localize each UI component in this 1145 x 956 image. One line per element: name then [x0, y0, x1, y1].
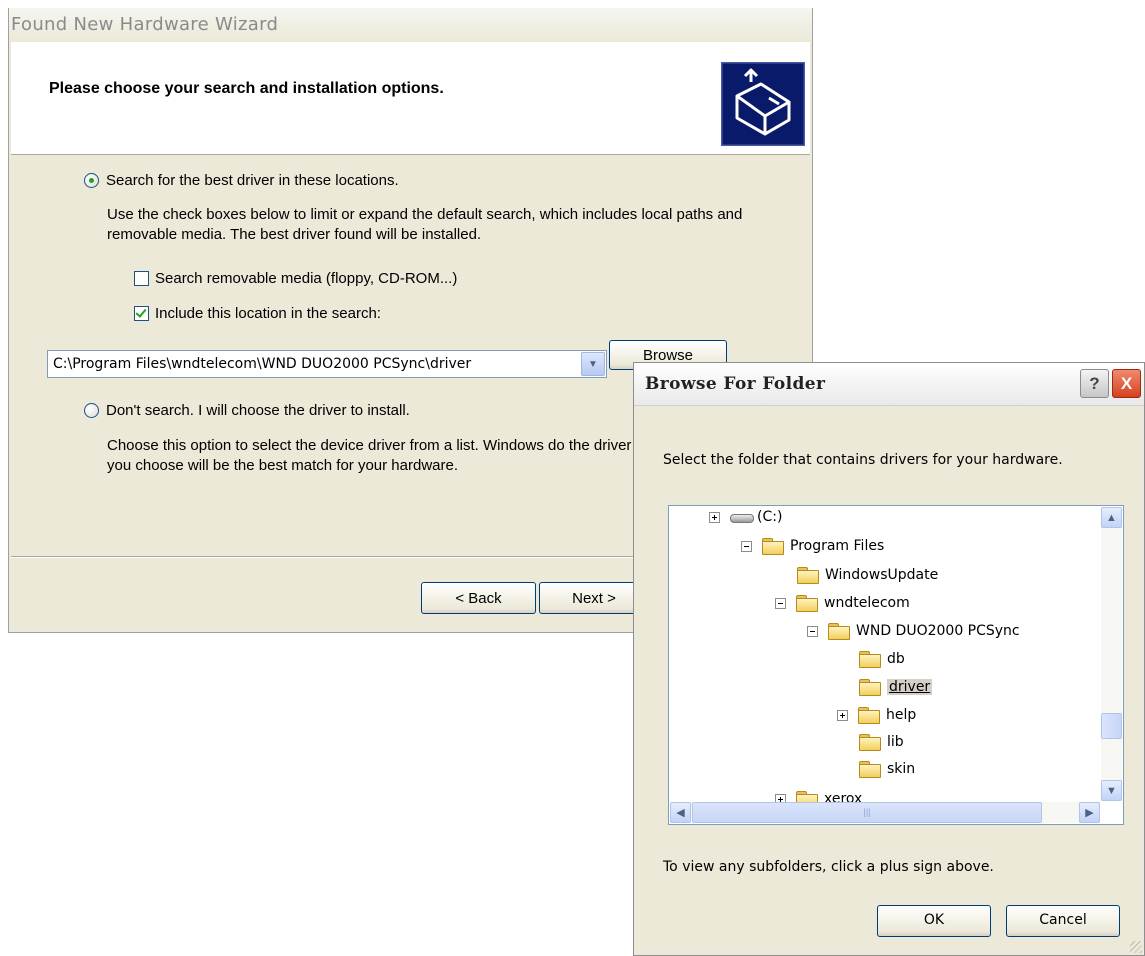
tree-item-help[interactable]: help: [837, 702, 916, 728]
folder-icon: [797, 567, 819, 584]
help-button[interactable]: ?: [1080, 369, 1109, 398]
tree-item-windowsupdate[interactable]: WindowsUpdate: [797, 562, 938, 588]
search-description: Use the check boxes below to limit or ex…: [107, 206, 743, 243]
option-search[interactable]: Search for the best driver in these loca…: [84, 172, 399, 189]
cancel-button[interactable]: Cancel: [1006, 905, 1120, 937]
tree-item-label: WindowsUpdate: [825, 567, 939, 583]
hardware-icon: [721, 62, 805, 146]
folder-icon: [828, 623, 850, 640]
horizontal-scroll-thumb[interactable]: |||: [692, 802, 1042, 823]
tree-item-drive-c[interactable]: (C:): [709, 506, 783, 530]
collapse-icon[interactable]: [741, 540, 752, 552]
close-button[interactable]: X: [1112, 369, 1141, 398]
tree-item-label-selected: driver: [887, 679, 933, 695]
tree-item-lib[interactable]: lib: [859, 729, 904, 755]
location-value[interactable]: C:\Program Files\wndtelecom\WND DUO2000 …: [53, 356, 471, 372]
browse-hint: To view any subfolders, click a plus sig…: [663, 859, 994, 875]
tree-item-db[interactable]: db: [859, 646, 905, 672]
search-radio[interactable]: [84, 173, 99, 188]
folder-icon: [858, 707, 880, 724]
wizard-title-bar[interactable]: Found New Hardware Wizard: [9, 8, 812, 42]
tree-item-label: (C:): [757, 509, 783, 525]
vertical-scroll-thumb[interactable]: [1101, 713, 1122, 739]
include-location-option[interactable]: Include this location in the search:: [134, 305, 381, 322]
folder-icon: [796, 595, 818, 612]
ok-button[interactable]: OK: [877, 905, 991, 937]
tree-item-skin[interactable]: skin: [859, 756, 915, 782]
tree-item-program-files[interactable]: Program Files: [741, 533, 884, 559]
expand-icon[interactable]: [837, 709, 848, 721]
tree-item-driver[interactable]: driver: [859, 674, 933, 700]
dont-search-description: Choose this option to select the device …: [107, 437, 632, 474]
back-button[interactable]: < Back: [421, 582, 536, 614]
chevron-down-icon[interactable]: ▼: [581, 352, 605, 376]
close-icon: X: [1120, 373, 1133, 393]
help-icon: ?: [1089, 373, 1100, 393]
tree-item-wndtelecom[interactable]: wndtelecom: [775, 590, 910, 616]
resize-grip[interactable]: [1130, 941, 1142, 953]
option-dont-search[interactable]: Don't search. I will choose the driver t…: [84, 402, 410, 419]
location-combobox[interactable]: C:\Program Files\wndtelecom\WND DUO2000 …: [47, 350, 607, 378]
horizontal-scrollbar[interactable]: ◀ ||| ▶: [670, 802, 1100, 823]
dont-search-radio-label: Don't search. I will choose the driver t…: [106, 402, 410, 419]
scroll-up-icon[interactable]: ▲: [1101, 507, 1122, 528]
browse-title: Browse For Folder: [645, 374, 826, 394]
vertical-scrollbar[interactable]: ▲ ▼: [1101, 507, 1122, 801]
scroll-down-icon[interactable]: ▼: [1101, 780, 1122, 801]
folder-icon: [859, 761, 881, 778]
tree-item-label: help: [886, 707, 917, 723]
removable-media-label: Search removable media (floppy, CD-ROM..…: [155, 270, 458, 287]
collapse-icon[interactable]: [807, 625, 818, 637]
folder-icon: [762, 538, 784, 555]
wizard-title: Found New Hardware Wizard: [11, 14, 279, 35]
tree-item-label: db: [887, 651, 905, 667]
folder-icon: [859, 651, 881, 668]
browse-title-bar[interactable]: Browse For Folder ? X: [634, 363, 1144, 406]
expand-icon[interactable]: [709, 511, 720, 523]
browse-for-folder-dialog: Browse For Folder ? X Select the folder …: [633, 362, 1145, 956]
tree-item-label: skin: [887, 761, 916, 777]
collapse-icon[interactable]: [775, 597, 786, 609]
tree-item-label: wndtelecom: [824, 595, 910, 611]
folder-icon: [859, 679, 881, 696]
tree-item-wnd-duo2000-pcsync[interactable]: WND DUO2000 PCSync: [807, 618, 1020, 644]
include-location-checkbox[interactable]: [134, 306, 149, 321]
folder-tree[interactable]: (C:) Program Files WindowsUpdate wndtele…: [668, 505, 1124, 825]
wizard-header: Please choose your search and installati…: [11, 42, 810, 155]
folder-icon: [859, 734, 881, 751]
tree-item-label: WND DUO2000 PCSync: [856, 623, 1020, 639]
search-radio-label: Search for the best driver in these loca…: [106, 172, 399, 189]
include-location-label: Include this location in the search:: [155, 305, 381, 322]
scroll-left-icon[interactable]: ◀: [670, 802, 691, 823]
removable-media-option[interactable]: Search removable media (floppy, CD-ROM..…: [134, 270, 457, 287]
removable-media-checkbox[interactable]: [134, 271, 149, 286]
dont-search-radio[interactable]: [84, 403, 99, 418]
scroll-right-icon[interactable]: ▶: [1079, 802, 1100, 823]
browse-instruction: Select the folder that contains drivers …: [663, 452, 1063, 468]
tree-item-label: lib: [887, 734, 904, 750]
drive-icon: [730, 511, 754, 523]
tree-item-label: Program Files: [790, 538, 885, 554]
wizard-heading: Please choose your search and installati…: [49, 80, 444, 97]
